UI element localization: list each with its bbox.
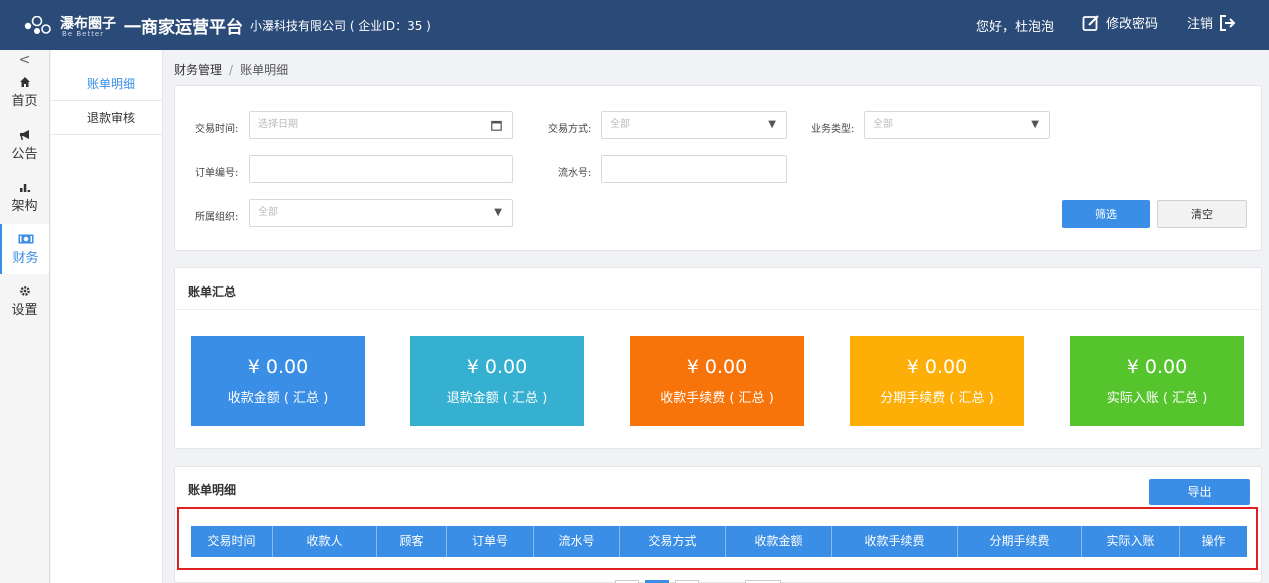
card-amount: ¥ 0.00 — [906, 356, 968, 378]
column-header: 收款人 — [273, 526, 377, 557]
dropdown-arrow-icon: ▼ — [494, 207, 502, 218]
sidebar-item-settings[interactable]: 设置 — [0, 274, 49, 328]
change-password-button[interactable]: 修改密码 — [1082, 13, 1158, 32]
company-name: 小瀑科技有限公司 ( 企业ID：35 ) — [250, 19, 431, 33]
card-label: 收款金额 ( 汇总 ) — [227, 391, 329, 406]
logo-slogan: Be Better — [62, 30, 105, 38]
trade-method-value: 全部 — [610, 119, 630, 130]
breadcrumb-separator: / — [229, 63, 234, 77]
breadcrumb-parent[interactable]: 财务管理 — [174, 63, 222, 77]
logo-dots-icon — [24, 16, 51, 34]
column-header: 分期手续费 — [958, 526, 1082, 557]
column-header: 收款金额 — [726, 526, 832, 557]
submenu-item-refund-review[interactable]: 退款审核 — [51, 101, 162, 135]
collapse-sidebar-button[interactable]: < — [0, 50, 49, 70]
business-type-label: 业务类型: — [811, 124, 855, 135]
trade-method-label: 交易方式: — [548, 124, 592, 135]
edit-icon — [1082, 14, 1099, 31]
trade-time-picker[interactable]: 选择日期 — [249, 111, 513, 139]
home-icon — [0, 75, 49, 89]
trade-time-placeholder: 选择日期 — [258, 119, 298, 130]
finance-submenu: 账单明细 退款审核 — [51, 50, 163, 583]
summary-card-net-income: ¥ 0.00 实际入账 ( 汇总 ) — [1070, 336, 1244, 426]
sidebar-item-notice[interactable]: 公告 — [0, 116, 49, 170]
column-header: 收款手续费 — [832, 526, 958, 557]
breadcrumb-current: 账单明细 — [240, 63, 289, 77]
clear-button[interactable]: 清空 — [1157, 200, 1247, 228]
calendar-icon — [491, 112, 502, 142]
card-amount: ¥ 0.00 — [247, 356, 309, 378]
order-no-input[interactable] — [249, 155, 513, 183]
column-header: 交易时间 — [191, 526, 273, 557]
user-greeting: 您好，杜泡泡 — [976, 20, 1055, 35]
money-icon — [2, 232, 49, 246]
summary-card-received: ¥ 0.00 收款金额 ( 汇总 ) — [191, 336, 365, 426]
summary-card-installment-fee: ¥ 0.00 分期手续费 ( 汇总 ) — [850, 336, 1024, 426]
column-header: 操作 — [1201, 534, 1226, 548]
card-label: 分期手续费 ( 汇总 ) — [880, 391, 994, 406]
order-no-label: 订单编号: — [195, 168, 239, 179]
sidebar-item-label: 公告 — [11, 147, 38, 162]
card-amount: ¥ 0.00 — [686, 356, 748, 378]
logout-button[interactable]: 注销 — [1187, 13, 1237, 32]
detail-panel: 账单明细 导出 交易时间 收款人 顾客 订单号 流水号 交易方式 收款金额 收款… — [174, 466, 1262, 583]
card-amount: ¥ 0.00 — [466, 356, 528, 378]
logout-icon — [1220, 14, 1236, 31]
org-label: 所属组织: — [195, 212, 239, 223]
gear-icon — [0, 284, 49, 298]
card-label: 退款金额 ( 汇总 ) — [446, 391, 548, 406]
column-header: 流水号 — [534, 526, 620, 557]
divider — [175, 309, 1261, 310]
submenu-item-bill-detail[interactable]: 账单明细 — [51, 67, 162, 101]
column-header: 交易方式 — [620, 526, 726, 557]
card-label: 收款手续费 ( 汇总 ) — [660, 391, 774, 406]
change-password-label: 修改密码 — [1106, 17, 1159, 32]
logo: 瀑布圈子 Be Better — [24, 10, 116, 40]
sidebar-item-label: 财务 — [12, 251, 39, 266]
summary-card-receipt-fee: ¥ 0.00 收款手续费 ( 汇总 ) — [630, 336, 804, 426]
dropdown-arrow-icon: ▼ — [1031, 119, 1039, 130]
table-header: 交易时间 收款人 顾客 订单号 流水号 交易方式 收款金额 收款手续费 分期手续… — [191, 526, 1247, 557]
filter-panel: 交易时间: 选择日期 交易方式: 全部 ▼ 业务类型: 全部 ▼ 订单编号: 流… — [174, 85, 1262, 251]
filter-button[interactable]: 筛选 — [1062, 200, 1150, 228]
dropdown-arrow-icon: ▼ — [768, 119, 776, 130]
column-header: 实际入账 — [1082, 526, 1180, 557]
sidebar-item-finance[interactable]: 财务 — [0, 224, 49, 274]
business-type-select[interactable]: 全部 ▼ — [864, 111, 1050, 139]
column-header: 顾客 — [377, 526, 447, 557]
business-type-value: 全部 — [873, 119, 893, 130]
trade-method-select[interactable]: 全部 ▼ — [601, 111, 787, 139]
megaphone-icon — [0, 128, 49, 142]
top-header: 瀑布圈子 Be Better 一商家运营平台 小瀑科技有限公司 ( 企业ID：3… — [0, 0, 1269, 50]
summary-panel: 账单汇总 ¥ 0.00 收款金额 ( 汇总 ) ¥ 0.00 退款金额 ( 汇总… — [174, 267, 1262, 449]
sidebar-item-home[interactable]: 首页 — [0, 70, 49, 116]
sidebar-item-label: 设置 — [11, 303, 38, 318]
serial-no-input[interactable] — [601, 155, 787, 183]
column-header: 订单号 — [447, 526, 534, 557]
logout-label: 注销 — [1187, 17, 1214, 32]
bar-chart-icon — [0, 180, 49, 194]
serial-no-label: 流水号: — [558, 168, 592, 179]
summary-card-refund: ¥ 0.00 退款金额 ( 汇总 ) — [410, 336, 584, 426]
platform-title: 一商家运营平台 — [124, 18, 243, 38]
export-button[interactable]: 导出 — [1149, 479, 1250, 505]
main-sidebar: < 首页 公告 架构 财务 设置 — [0, 50, 50, 583]
org-value: 全部 — [258, 207, 278, 218]
trade-time-label: 交易时间: — [195, 124, 239, 135]
detail-title: 账单明细 — [188, 483, 237, 497]
sidebar-item-label: 架构 — [11, 199, 38, 214]
card-amount: ¥ 0.00 — [1126, 356, 1188, 378]
card-label: 实际入账 ( 汇总 ) — [1106, 391, 1208, 406]
sidebar-item-structure[interactable]: 架构 — [0, 170, 49, 224]
sidebar-item-label: 首页 — [11, 94, 38, 109]
summary-title: 账单汇总 — [188, 285, 237, 299]
breadcrumb: 财务管理 / 账单明细 — [174, 61, 288, 78]
org-select[interactable]: 全部 ▼ — [249, 199, 513, 227]
